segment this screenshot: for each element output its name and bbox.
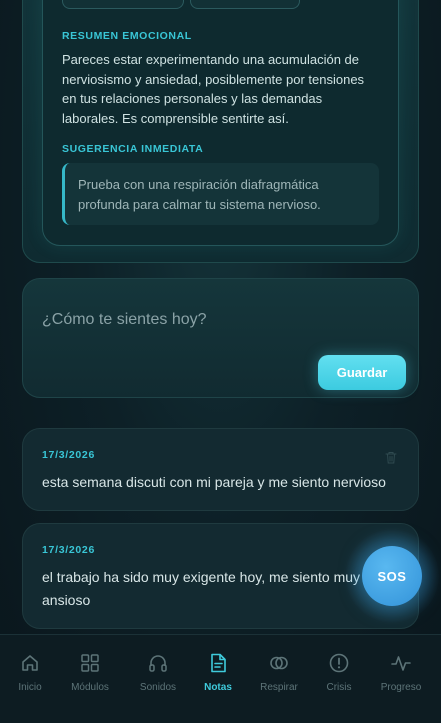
emotion-tag bbox=[190, 0, 300, 9]
suggestion-text: Prueba con una respiración diafragmática… bbox=[78, 177, 321, 212]
nav-item-progreso[interactable]: Progreso bbox=[366, 652, 436, 697]
activity-icon bbox=[391, 656, 411, 671]
note-date: 17/3/2026 bbox=[42, 544, 96, 556]
grid-icon bbox=[81, 654, 99, 672]
emotion-tag bbox=[62, 0, 184, 9]
nav-label: Inicio bbox=[18, 682, 42, 693]
note-date: 17/3/2026 bbox=[42, 449, 96, 461]
breath-icon bbox=[270, 656, 288, 670]
nav-label: Progreso bbox=[380, 682, 422, 693]
nav-item-notas[interactable]: Notas bbox=[183, 652, 253, 697]
suggestion-box: Prueba con una respiración diafragmática… bbox=[62, 163, 379, 225]
new-note-card: Guardar bbox=[22, 278, 419, 398]
nav-item-crisis[interactable]: Crisis bbox=[304, 652, 374, 697]
nav-label: Respirar bbox=[260, 682, 298, 693]
suggestion-heading: SUGERENCIA INMEDIATA bbox=[62, 143, 204, 155]
trash-icon[interactable] bbox=[385, 451, 397, 464]
sos-button[interactable]: SOS bbox=[362, 546, 422, 606]
alert-icon bbox=[329, 653, 349, 673]
nav-label: Módulos bbox=[71, 682, 109, 693]
nav-label: Sonidos bbox=[139, 682, 177, 693]
notes-icon bbox=[211, 653, 226, 673]
note-text: esta semana discuti con mi pareja y me s… bbox=[42, 474, 386, 490]
save-button[interactable]: Guardar bbox=[318, 355, 406, 390]
headphones-icon bbox=[149, 655, 167, 672]
note-card: 17/3/2026 esta semana discuti con mi par… bbox=[22, 428, 419, 511]
nav-label: Notas bbox=[204, 682, 232, 693]
summary-text: Pareces estar experimentando una acumula… bbox=[62, 52, 365, 126]
nav-item-modulos[interactable]: Módulos bbox=[55, 652, 125, 697]
mood-input[interactable] bbox=[42, 300, 402, 340]
notes-screen: RESUMEN EMOCIONAL Pareces estar experime… bbox=[0, 0, 441, 723]
bottom-nav: Inicio Módulos Sonidos Notas Respirar Cr… bbox=[0, 634, 441, 723]
summary-heading: RESUMEN EMOCIONAL bbox=[62, 30, 192, 42]
home-icon bbox=[22, 655, 38, 671]
nav-label: Crisis bbox=[326, 682, 352, 693]
